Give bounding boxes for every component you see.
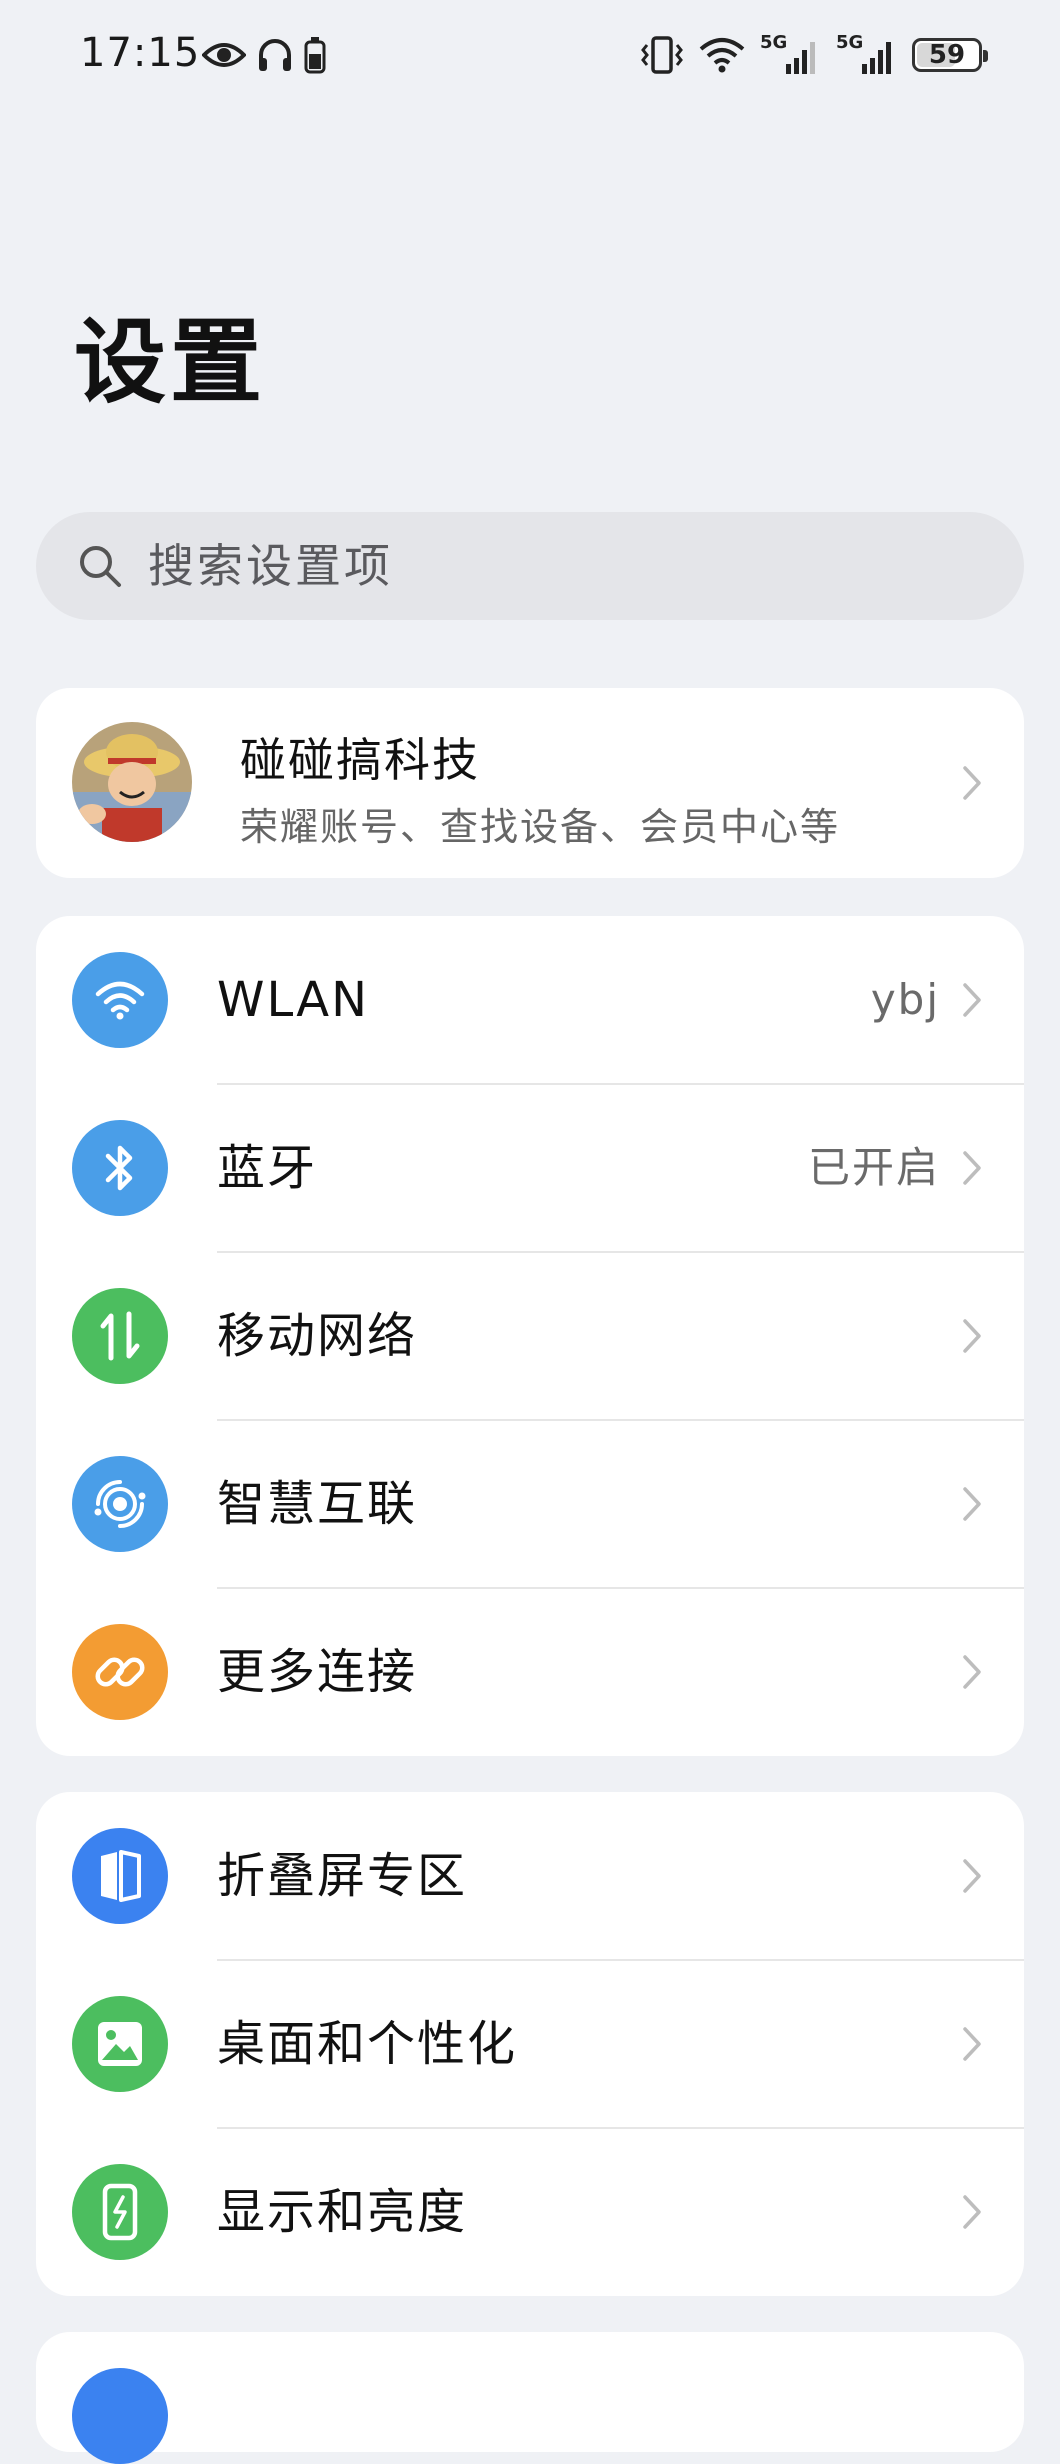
- mobile-data-icon: [72, 1288, 168, 1384]
- wallpaper-icon: [72, 1996, 168, 2092]
- settings-group-display: 折叠屏专区 桌面和个性化 显示和亮度: [36, 1792, 1024, 2296]
- chevron-right-icon: [963, 1151, 981, 1185]
- account-card[interactable]: 碰碰搞科技 荣耀账号、查找设备、会员中心等: [36, 688, 1024, 878]
- foldable-icon: [72, 1828, 168, 1924]
- chevron-right-icon: [963, 766, 981, 800]
- wifi-icon: [72, 952, 168, 1048]
- settings-group-next: [36, 2332, 1024, 2464]
- wifi-icon: [699, 38, 745, 73]
- battery-icon: 59: [912, 38, 988, 72]
- chevron-right-icon: [963, 983, 981, 1017]
- chevron-right-icon: [963, 1319, 981, 1353]
- settings-item-icon: [72, 2368, 168, 2464]
- settings-item-foldable[interactable]: 折叠屏专区: [36, 1792, 1024, 1960]
- search-input[interactable]: [146, 538, 950, 594]
- chevron-right-icon: [963, 1655, 981, 1689]
- display-icon: [72, 2164, 168, 2260]
- settings-item-more-connections[interactable]: 更多连接: [36, 1588, 1024, 1756]
- settings-item-smart-connect[interactable]: 智慧互联: [36, 1420, 1024, 1588]
- status-bar: 17:15 5G 5G 59: [0, 0, 1060, 115]
- status-time: 17:15: [80, 30, 201, 76]
- settings-group-connectivity: WLAN ybj 蓝牙 已开启 移动网络 智慧互联 更多连接: [36, 916, 1024, 1756]
- chevron-right-icon: [963, 1487, 981, 1521]
- headphones-icon: [259, 39, 291, 71]
- settings-item-display[interactable]: 显示和亮度: [36, 2128, 1024, 2296]
- battery-small-icon: [304, 37, 326, 74]
- chevron-right-icon: [963, 1859, 981, 1893]
- avatar: [72, 722, 192, 842]
- smart-connect-icon: [72, 1456, 168, 1552]
- settings-item-wlan[interactable]: WLAN ybj: [36, 916, 1024, 1084]
- signal-icon: 5G: [760, 32, 822, 76]
- vibrate-icon: [641, 36, 683, 74]
- link-icon: [72, 1624, 168, 1720]
- settings-item-bluetooth[interactable]: 蓝牙 已开启: [36, 1084, 1024, 1252]
- chevron-right-icon: [963, 2195, 981, 2229]
- bluetooth-icon: [72, 1120, 168, 1216]
- page-title: 设置: [74, 309, 267, 416]
- settings-item-mobile-network[interactable]: 移动网络: [36, 1252, 1024, 1420]
- settings-item-wallpaper[interactable]: 桌面和个性化: [36, 1960, 1024, 2128]
- chevron-right-icon: [963, 2027, 981, 2061]
- eye-icon: [202, 43, 246, 67]
- signal-icon: 5G: [836, 32, 898, 76]
- account-subtitle: 荣耀账号、查找设备、会员中心等: [240, 805, 841, 849]
- search-bar[interactable]: [36, 512, 1024, 620]
- account-name: 碰碰搞科技: [240, 733, 480, 787]
- search-icon: [74, 540, 126, 592]
